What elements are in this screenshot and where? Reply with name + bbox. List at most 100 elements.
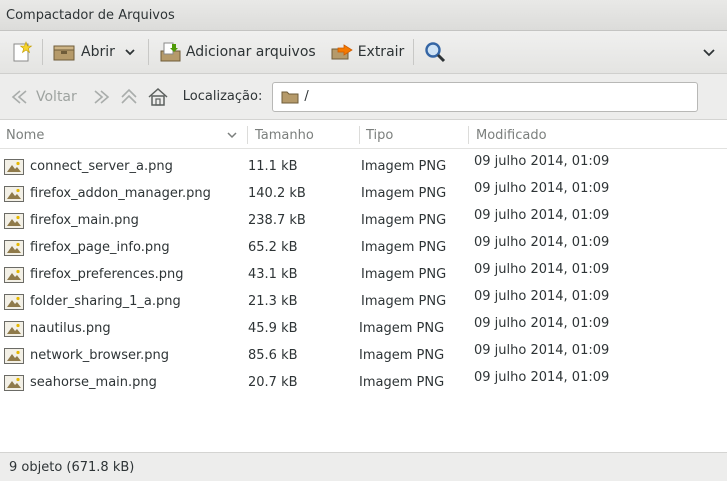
image-file-icon	[4, 320, 24, 337]
file-size: 65.2 kB	[248, 240, 298, 255]
home-button[interactable]	[143, 83, 173, 111]
file-size: 45.9 kB	[248, 321, 298, 336]
table-row[interactable]: connect_server_a.png 11.1 kB Imagem PNG …	[0, 153, 727, 180]
home-icon	[148, 87, 168, 106]
file-modified: 09 julho 2014, 01:09	[474, 370, 610, 385]
add-files-button-label: Adicionar arquivos	[185, 44, 316, 60]
toolbar-separator	[42, 39, 43, 65]
file-modified: 09 julho 2014, 01:09	[474, 289, 610, 304]
status-text: 9 objeto (671.8 kB)	[9, 459, 135, 475]
column-header-modified[interactable]: Modificado	[470, 121, 720, 149]
file-size: 21.3 kB	[248, 294, 298, 309]
table-row[interactable]: firefox_preferences.png 43.1 kB Imagem P…	[0, 261, 727, 288]
file-size: 85.6 kB	[248, 348, 298, 363]
file-modified: 09 julho 2014, 01:09	[474, 208, 610, 223]
chevron-down-icon	[125, 49, 135, 56]
file-type: Imagem PNG	[361, 159, 447, 174]
open-button-label: Abrir	[81, 44, 115, 60]
file-size: 20.7 kB	[248, 375, 298, 390]
column-header-name-label: Nome	[6, 127, 45, 143]
folder-icon	[281, 91, 299, 103]
location-label: Localização:	[182, 89, 263, 104]
file-name: nautilus.png	[30, 321, 111, 336]
file-name: firefox_addon_manager.png	[30, 186, 211, 201]
location-value: /	[304, 89, 309, 104]
image-file-icon	[4, 239, 24, 256]
file-name: network_browser.png	[30, 348, 169, 363]
image-file-icon	[4, 212, 24, 229]
toolbar-separator	[147, 39, 149, 65]
file-name: seahorse_main.png	[30, 375, 157, 390]
file-name: firefox_preferences.png	[30, 267, 184, 282]
table-row[interactable]: seahorse_main.png 20.7 kB Imagem PNG 09 …	[0, 369, 727, 396]
file-modified: 09 julho 2014, 01:09	[474, 181, 610, 196]
column-header-type[interactable]: Tipo	[360, 121, 468, 149]
column-header-size-label: Tamanho	[255, 127, 314, 143]
image-file-icon	[4, 374, 24, 391]
file-modified: 09 julho 2014, 01:09	[474, 235, 610, 250]
back-arrow-icon	[11, 89, 27, 104]
column-header-name[interactable]: Nome	[0, 121, 247, 149]
table-row[interactable]: nautilus.png 45.9 kB Imagem PNG 09 julho…	[0, 315, 727, 342]
file-type: Imagem PNG	[359, 375, 445, 390]
table-row[interactable]: folder_sharing_1_a.png 21.3 kB Imagem PN…	[0, 288, 727, 315]
column-separator	[247, 126, 248, 144]
back-button-label: Voltar	[36, 88, 77, 105]
up-arrow-icon	[121, 88, 137, 104]
column-header-size[interactable]: Tamanho	[249, 121, 359, 149]
file-type: Imagem PNG	[359, 348, 445, 363]
table-row[interactable]: network_browser.png 85.6 kB Imagem PNG 0…	[0, 342, 727, 369]
extract-button[interactable]: Extrair	[325, 37, 410, 67]
file-size: 140.2 kB	[248, 186, 306, 201]
file-size: 11.1 kB	[248, 159, 298, 174]
file-size: 238.7 kB	[248, 213, 306, 228]
file-list-header: Nome Tamanho Tipo Modificado	[0, 121, 727, 149]
file-modified: 09 julho 2014, 01:09	[474, 262, 610, 277]
file-name: connect_server_a.png	[30, 159, 173, 174]
open-recent-dropdown[interactable]	[120, 37, 144, 67]
extract-button-label: Extrair	[357, 44, 405, 60]
image-file-icon	[4, 266, 24, 283]
file-modified: 09 julho 2014, 01:09	[474, 343, 610, 358]
toolbar-separator	[413, 39, 415, 65]
file-size: 43.1 kB	[248, 267, 298, 282]
file-name: firefox_page_info.png	[30, 240, 170, 255]
file-list: connect_server_a.png 11.1 kB Imagem PNG …	[0, 153, 727, 396]
file-type: Imagem PNG	[361, 213, 447, 228]
image-file-icon	[4, 293, 24, 310]
forward-arrow-icon	[94, 89, 110, 104]
add-files-button[interactable]: Adicionar arquivos	[153, 37, 321, 67]
open-button[interactable]: Abrir	[47, 37, 120, 67]
location-bar: Voltar Localização: /	[0, 74, 727, 120]
file-type: Imagem PNG	[361, 267, 447, 282]
open-archive-icon	[53, 45, 75, 61]
new-archive-icon	[13, 41, 33, 62]
file-type: Imagem PNG	[361, 186, 447, 201]
new-archive-button[interactable]	[6, 37, 38, 67]
image-file-icon	[4, 185, 24, 202]
location-field[interactable]: /	[272, 81, 699, 112]
image-file-icon	[4, 347, 24, 364]
extract-icon	[331, 44, 353, 60]
sort-chevron-down-icon	[227, 132, 237, 139]
toolbar: Abrir Adicionar arquivos Extrair	[0, 31, 727, 74]
column-header-modified-label: Modificado	[476, 127, 547, 143]
forward-button[interactable]	[85, 83, 115, 111]
up-button[interactable]	[115, 83, 143, 111]
table-row[interactable]: firefox_page_info.png 65.2 kB Imagem PNG…	[0, 234, 727, 261]
back-button[interactable]: Voltar	[6, 83, 81, 111]
title-bar: Compactador de Arquivos	[0, 0, 727, 31]
column-separator	[468, 126, 469, 144]
table-row[interactable]: firefox_addon_manager.png 140.2 kB Image…	[0, 180, 727, 207]
status-bar: 9 objeto (671.8 kB)	[0, 452, 727, 481]
file-type: Imagem PNG	[361, 240, 447, 255]
file-modified: 09 julho 2014, 01:09	[474, 154, 610, 169]
file-type: Imagem PNG	[359, 321, 445, 336]
table-row[interactable]: firefox_main.png 238.7 kB Imagem PNG 09 …	[0, 207, 727, 234]
file-modified: 09 julho 2014, 01:09	[474, 316, 610, 331]
file-type: Imagem PNG	[361, 294, 447, 309]
image-file-icon	[4, 158, 24, 175]
find-button[interactable]	[418, 37, 452, 67]
file-name: folder_sharing_1_a.png	[30, 294, 181, 309]
toolbar-menu-button[interactable]	[697, 37, 721, 67]
